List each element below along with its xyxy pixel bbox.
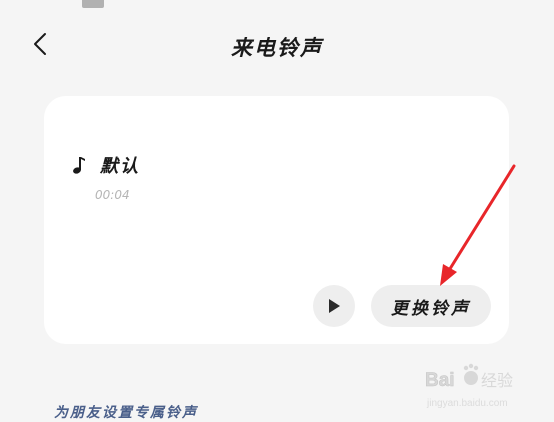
ringtone-card: 默认 00:04 更换铃声 — [44, 96, 509, 344]
set-friend-ringtone-link[interactable]: 为朋友设置专属铃声 — [54, 402, 198, 422]
change-ringtone-button[interactable]: 更换铃声 — [371, 285, 491, 327]
ringtone-row: 默认 — [72, 152, 140, 178]
paw-icon — [463, 363, 479, 385]
play-button[interactable] — [313, 285, 355, 327]
top-app-bar: 来电铃声 — [0, 18, 554, 72]
ringtone-name: 默认 — [100, 156, 140, 177]
status-bar-fragment — [82, 0, 104, 8]
play-icon — [329, 299, 340, 313]
watermark-brand-suffix: 经验 — [481, 371, 513, 390]
page-title: 来电铃声 — [231, 35, 323, 60]
watermark-subtext: jingyan.baidu.com — [426, 398, 508, 409]
watermark-brand: Bai — [425, 370, 455, 391]
baidu-watermark: Bai 经验 jingyan.baidu.com — [423, 362, 549, 412]
ringtone-duration: 00:04 — [95, 188, 130, 202]
music-note-icon — [72, 155, 90, 175]
